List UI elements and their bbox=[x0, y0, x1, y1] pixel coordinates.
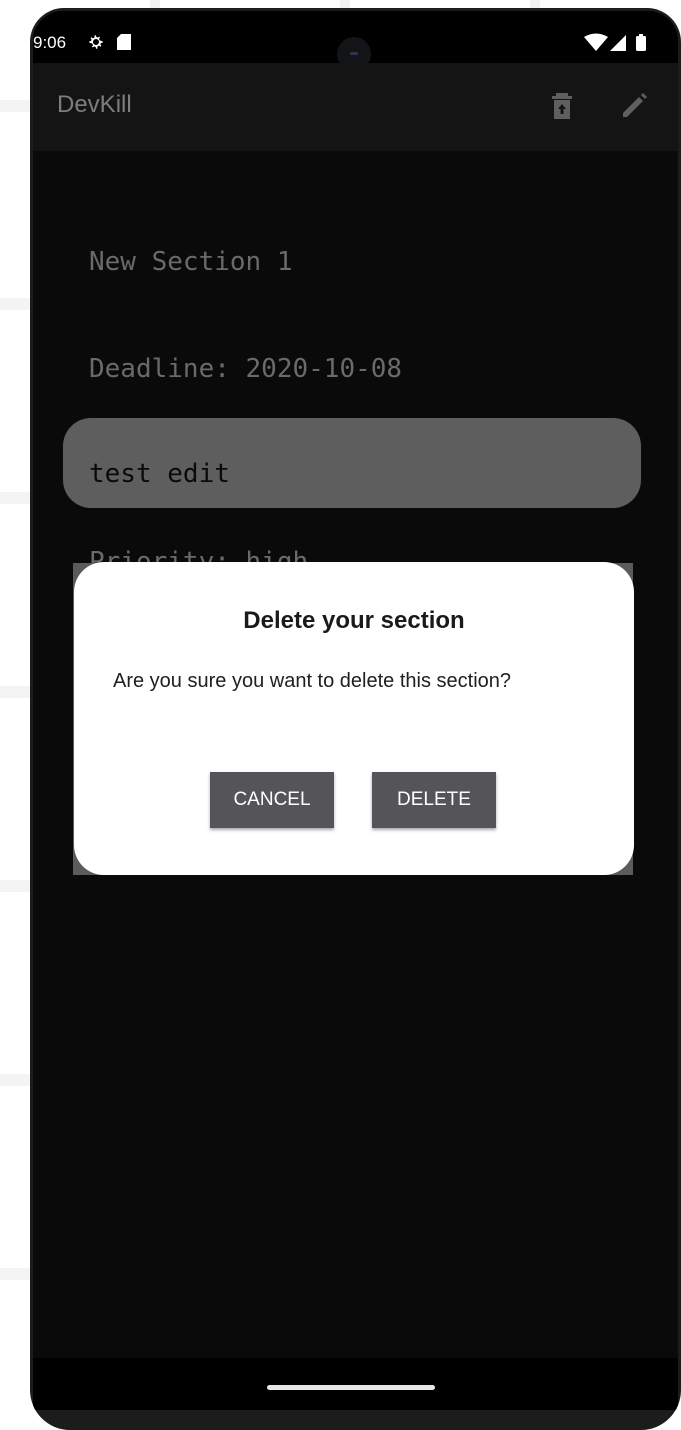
delete-dialog: Delete your section Are you sure you wan… bbox=[74, 562, 634, 875]
home-gesture-handle[interactable] bbox=[267, 1385, 435, 1390]
section-title: New Section 1 bbox=[89, 247, 293, 277]
status-time: 9:06 bbox=[33, 33, 67, 52]
dialog-message: Are you sure you want to delete this sec… bbox=[113, 670, 512, 692]
edit-icon[interactable] bbox=[617, 89, 651, 123]
phone-frame: 9:06 DevKill New Section 1 Deadline: 202… bbox=[30, 8, 681, 1430]
navigation-bar bbox=[33, 1358, 678, 1410]
delete-icon[interactable] bbox=[545, 89, 579, 123]
battery-icon bbox=[636, 34, 646, 51]
status-indicators bbox=[582, 33, 652, 53]
section-body-text: test edit bbox=[89, 459, 230, 489]
section-body-field[interactable]: test edit bbox=[63, 418, 641, 508]
screen: 9:06 DevKill New Section 1 Deadline: 202… bbox=[33, 11, 678, 1410]
wifi-icon bbox=[584, 33, 608, 51]
sd-card-icon bbox=[117, 34, 131, 50]
app-bar: DevKill bbox=[33, 63, 678, 151]
status-bar: 9:06 bbox=[33, 11, 678, 71]
cancel-button[interactable]: CANCEL bbox=[210, 772, 334, 828]
app-title: DevKill bbox=[57, 91, 132, 118]
section-deadline: Deadline: 2020-10-08 bbox=[89, 354, 403, 384]
dialog-title: Delete your section bbox=[243, 607, 465, 634]
delete-button[interactable]: DELETE bbox=[372, 772, 496, 828]
signal-icon bbox=[610, 35, 626, 51]
settings-gear-icon bbox=[87, 33, 105, 51]
